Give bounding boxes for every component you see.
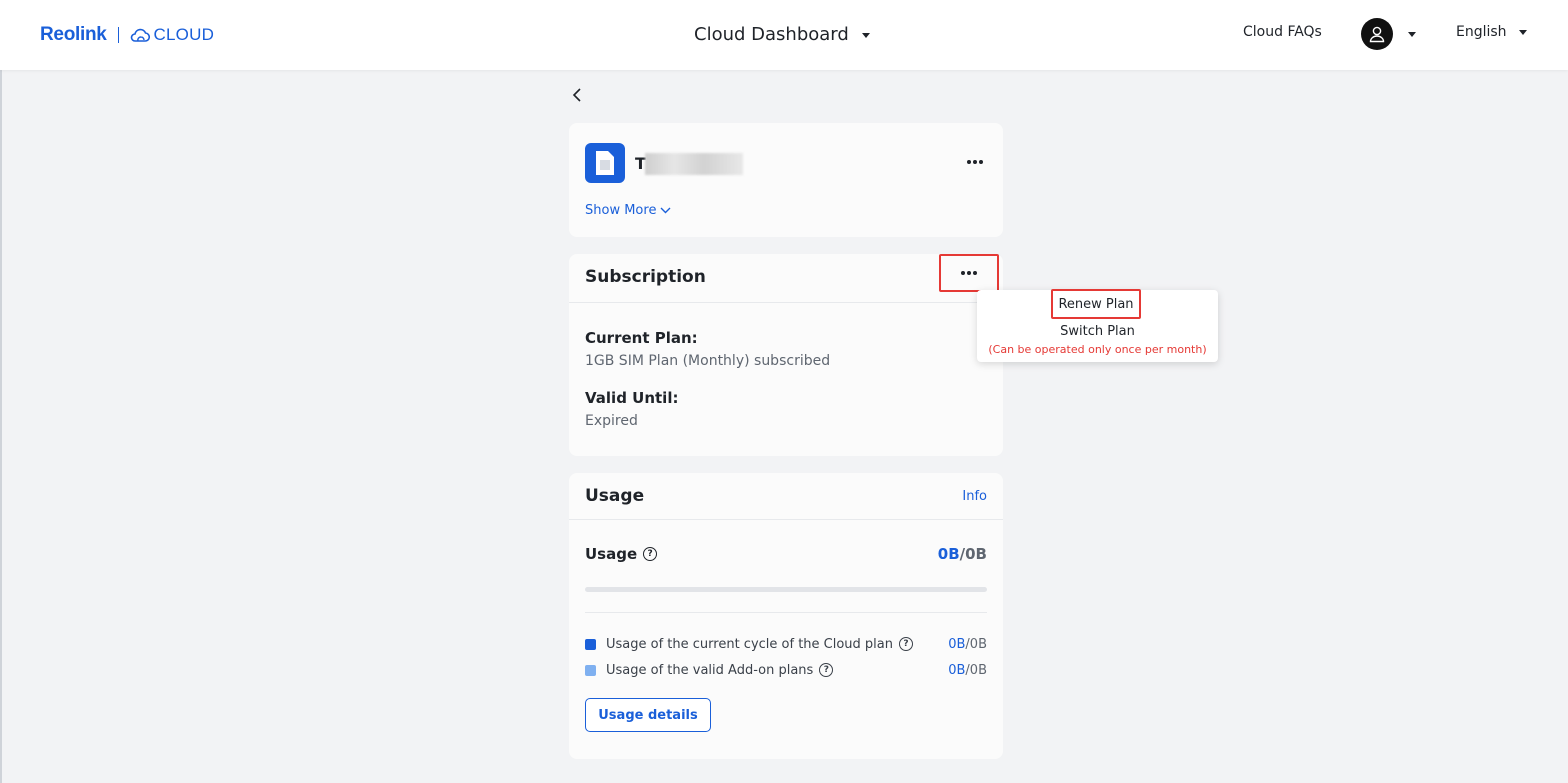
help-icon[interactable]: ? (643, 547, 658, 561)
legend-swatch (585, 638, 596, 650)
cloud-icon (130, 28, 150, 42)
usage-total: 0B/0B (938, 545, 987, 563)
usage-card: Usage Info Usage ? 0B/0B Usage of the cu… (569, 473, 1003, 759)
caret-down-icon[interactable] (1408, 31, 1416, 37)
show-more-label: Show More (585, 203, 657, 218)
legend-swatch (585, 664, 596, 676)
caret-down-icon (861, 32, 870, 38)
window-edge (0, 0, 2, 783)
usage-used: 0B (937, 545, 960, 563)
account-menu[interactable] (1361, 18, 1416, 50)
top-header: Reolink CLOUD Cloud Dashboard Cloud FAQs… (0, 0, 1568, 70)
device-card: T Show More (569, 123, 1003, 237)
info-link[interactable]: Info (962, 489, 987, 504)
legend-total: 0B (969, 662, 987, 678)
subscription-more-button[interactable] (939, 254, 999, 292)
legend-label: Usage of the current cycle of the Cloud … (606, 636, 893, 652)
legend-value: 0B/0B (948, 637, 987, 652)
chevron-down-icon (660, 207, 671, 214)
subscription-title: Subscription (585, 267, 706, 287)
redacted-device-name (645, 153, 743, 175)
legend-item-cloud-plan: Usage of the current cycle of the Cloud … (585, 635, 987, 653)
show-more-link[interactable]: Show More (585, 203, 671, 218)
dashboard-selector[interactable]: Cloud Dashboard (694, 20, 870, 48)
usage-title: Usage (585, 486, 645, 506)
valid-until-label: Valid Until: (585, 389, 679, 407)
usage-label-row: Usage ? (585, 545, 658, 563)
divider (569, 519, 1003, 520)
dashboard-title-text: Cloud Dashboard (694, 23, 849, 45)
current-plan-value: 1GB SIM Plan (Monthly) subscribed (585, 353, 831, 369)
logo-separator (117, 27, 119, 43)
more-options-icon[interactable] (967, 152, 983, 172)
switch-plan-note: (Can be operated only once per month) (988, 343, 1207, 356)
valid-until-value: Expired (585, 413, 638, 429)
renew-plan-menu-item[interactable]: Renew Plan (1051, 289, 1141, 319)
legend-used: 0B (948, 636, 966, 652)
help-icon[interactable]: ? (899, 637, 913, 651)
help-icon[interactable]: ? (819, 663, 834, 677)
legend-total: 0B (969, 636, 987, 652)
cloud-faqs-link[interactable]: Cloud FAQs (1243, 24, 1322, 40)
usage-limit: 0B (965, 545, 987, 563)
usage-details-button[interactable]: Usage details (585, 698, 711, 732)
user-icon (1369, 26, 1385, 43)
language-label: English (1456, 24, 1507, 40)
avatar[interactable] (1361, 18, 1393, 50)
subscription-dropdown-menu: Renew Plan Switch Plan (Can be operated … (977, 289, 1218, 362)
sim-card-icon (585, 143, 625, 183)
usage-label: Usage (585, 545, 638, 563)
divider (585, 612, 987, 613)
legend-value: 0B/0B (948, 663, 987, 678)
current-plan-label: Current Plan: (585, 329, 698, 347)
legend-used: 0B (948, 662, 966, 678)
divider (569, 302, 1003, 303)
product-name: CLOUD (153, 25, 215, 44)
more-options-icon (961, 263, 977, 283)
switch-plan-menu-item[interactable]: Switch Plan (977, 324, 1218, 339)
brand-name: Reolink (40, 24, 107, 45)
legend-item-addon-plans: Usage of the valid Add-on plans ? 0B/0B (585, 661, 987, 679)
back-button[interactable] (568, 86, 586, 104)
caret-down-icon (1518, 29, 1527, 35)
legend-label: Usage of the valid Add-on plans (606, 662, 814, 678)
usage-progress-bar (585, 587, 987, 592)
language-selector[interactable]: English (1456, 24, 1527, 40)
subscription-card: Subscription Current Plan: 1GB SIM Plan … (569, 254, 1003, 456)
reolink-cloud-logo[interactable]: Reolink CLOUD (40, 22, 214, 48)
chevron-left-icon (572, 88, 581, 102)
